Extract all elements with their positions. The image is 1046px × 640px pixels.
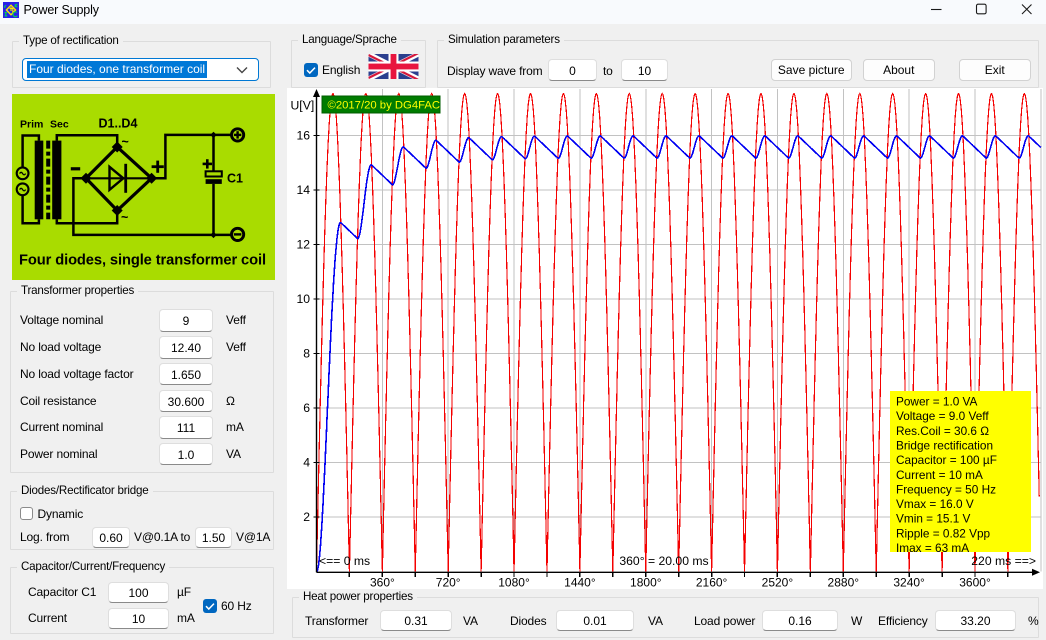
svg-text:3240°: 3240° <box>893 576 925 590</box>
svg-text:~: ~ <box>121 211 128 225</box>
svg-text:Bridge rectification: Bridge rectification <box>896 438 993 452</box>
svg-text:Voltage = 9.0 Veff: Voltage = 9.0 Veff <box>896 409 989 423</box>
svg-text:4: 4 <box>303 456 310 470</box>
svg-text:Res.Coil = 30.6 Ω: Res.Coil = 30.6 Ω <box>896 424 989 438</box>
svg-text:Power = 1.0 VA: Power = 1.0 VA <box>896 395 978 409</box>
svg-text:2880°: 2880° <box>828 576 860 590</box>
svg-text:12: 12 <box>296 238 310 252</box>
svg-text:1440°: 1440° <box>564 576 596 590</box>
svg-text:1800°: 1800° <box>630 576 662 590</box>
svg-text:C1: C1 <box>227 172 243 186</box>
svg-text:~: ~ <box>122 135 129 149</box>
svg-text:Four diodes, single transforme: Four diodes, single transformer coil <box>19 253 266 269</box>
svg-text:16: 16 <box>296 129 310 143</box>
svg-text:<== 0 ms: <== 0 ms <box>319 554 370 568</box>
svg-text:Prim: Prim <box>20 119 43 131</box>
svg-text:Current = 10 mA: Current = 10 mA <box>896 468 983 482</box>
svg-text:Imax = 63 mA: Imax = 63 mA <box>896 541 969 555</box>
svg-text:2160°: 2160° <box>696 576 728 590</box>
svg-text:U[V]: U[V] <box>291 99 315 113</box>
svg-text:10: 10 <box>296 292 310 306</box>
svg-text:Capacitor = 100 µF: Capacitor = 100 µF <box>896 453 997 467</box>
svg-text:3600°: 3600° <box>959 576 991 590</box>
svg-text:Vmin = 15.1 V: Vmin = 15.1 V <box>896 512 971 526</box>
svg-text:2520°: 2520° <box>762 576 794 590</box>
svg-text:Vmax = 16.0 V: Vmax = 16.0 V <box>896 497 974 511</box>
svg-text:©2017/20 by DG4FAC: ©2017/20 by DG4FAC <box>328 100 441 112</box>
svg-text:360° = 20.00 ms: 360° = 20.00 ms <box>619 554 708 568</box>
svg-text:1080°: 1080° <box>498 576 530 590</box>
svg-text:8: 8 <box>303 347 310 361</box>
svg-text:220 ms ==>: 220 ms ==> <box>971 554 1036 568</box>
svg-text:14: 14 <box>296 183 310 197</box>
svg-text:720°: 720° <box>436 576 461 590</box>
svg-text:D1..D4: D1..D4 <box>99 117 138 131</box>
svg-text:360°: 360° <box>370 576 395 590</box>
svg-text:Ripple = 0.82 Vpp: Ripple = 0.82 Vpp <box>896 526 991 540</box>
svg-text:2: 2 <box>303 510 310 524</box>
svg-text:Frequency = 50 Hz: Frequency = 50 Hz <box>896 482 996 496</box>
svg-text:Sec: Sec <box>50 119 69 131</box>
svg-text:6: 6 <box>303 401 310 415</box>
